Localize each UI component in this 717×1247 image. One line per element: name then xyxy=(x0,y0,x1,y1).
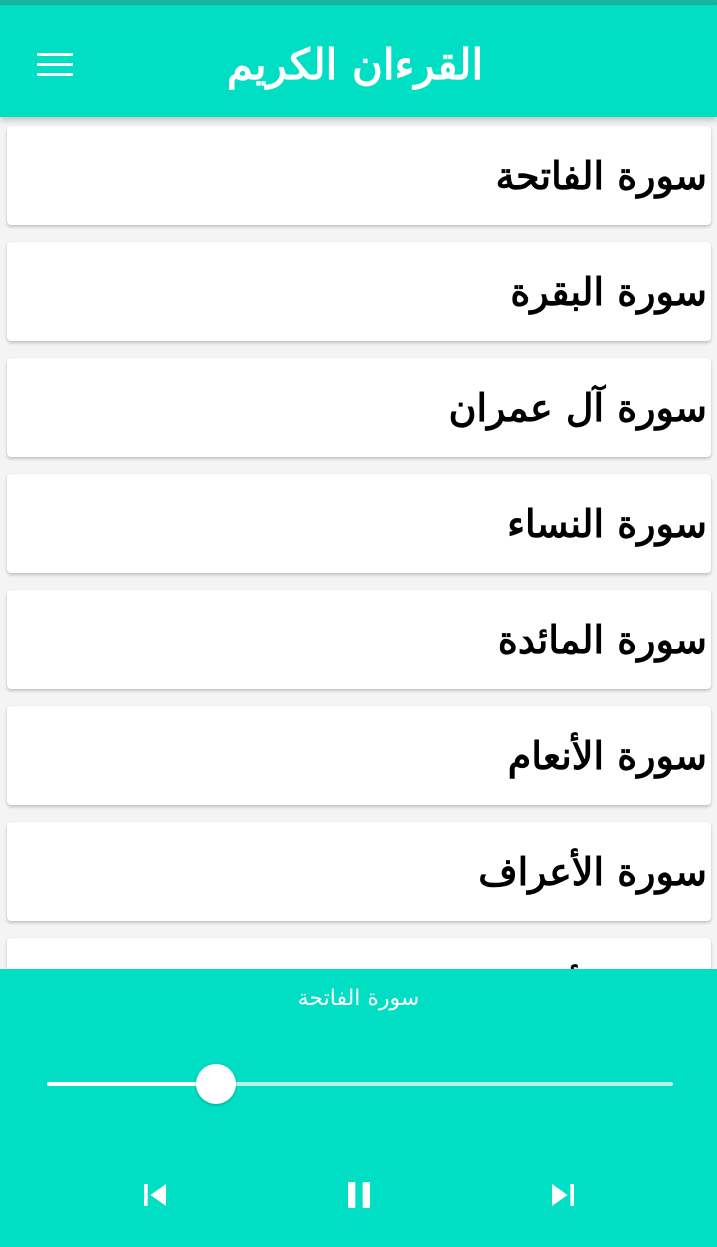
surah-card-an-nisa[interactable]: سورة النساء xyxy=(7,474,711,573)
surah-title: سورة آل عمران xyxy=(448,385,707,430)
surah-title: سورة البقرة xyxy=(510,269,707,314)
hamburger-menu-icon[interactable] xyxy=(37,53,73,77)
skip-next-icon xyxy=(552,1184,574,1206)
seek-progress xyxy=(47,1082,217,1086)
pause-button[interactable] xyxy=(337,1173,381,1217)
surah-list-viewport[interactable]: سورة الفاتحة سورة البقرة سورة آل عمران س… xyxy=(0,117,717,969)
now-playing-title: سورة الفاتحة xyxy=(297,986,420,1011)
audio-player: سورة الفاتحة xyxy=(0,969,717,1247)
surah-card-al-maidah[interactable]: سورة المائدة xyxy=(7,590,711,689)
surah-card-aal-imran[interactable]: سورة آل عمران xyxy=(7,358,711,457)
pause-icon xyxy=(348,1182,370,1208)
surah-card-al-fatiha[interactable]: سورة الفاتحة xyxy=(7,126,711,225)
surah-title: سورة المائدة xyxy=(497,617,707,662)
surah-title: سورة الأنفال xyxy=(503,960,707,969)
skip-previous-icon xyxy=(144,1184,166,1206)
surah-title: سورة الأعراف xyxy=(478,849,707,894)
seek-thumb[interactable] xyxy=(196,1064,237,1104)
surah-title: سورة النساء xyxy=(507,501,707,546)
skip-next-button[interactable] xyxy=(541,1173,585,1217)
app-title: القرءان الكريم xyxy=(226,40,484,89)
surah-card-al-anfal[interactable]: سورة الأنفال xyxy=(7,938,711,969)
surah-card-al-baqarah[interactable]: سورة البقرة xyxy=(7,242,711,341)
surah-title: سورة الأنعام xyxy=(507,733,707,778)
surah-card-al-araf[interactable]: سورة الأعراف xyxy=(7,822,711,921)
surah-list: سورة الفاتحة سورة البقرة سورة آل عمران س… xyxy=(0,126,717,969)
app-bar: القرءان الكريم xyxy=(0,5,717,117)
surah-title: سورة الفاتحة xyxy=(495,153,707,198)
seek-bar[interactable] xyxy=(47,1064,673,1104)
surah-card-al-anam[interactable]: سورة الأنعام xyxy=(7,706,711,805)
skip-previous-button[interactable] xyxy=(133,1173,177,1217)
